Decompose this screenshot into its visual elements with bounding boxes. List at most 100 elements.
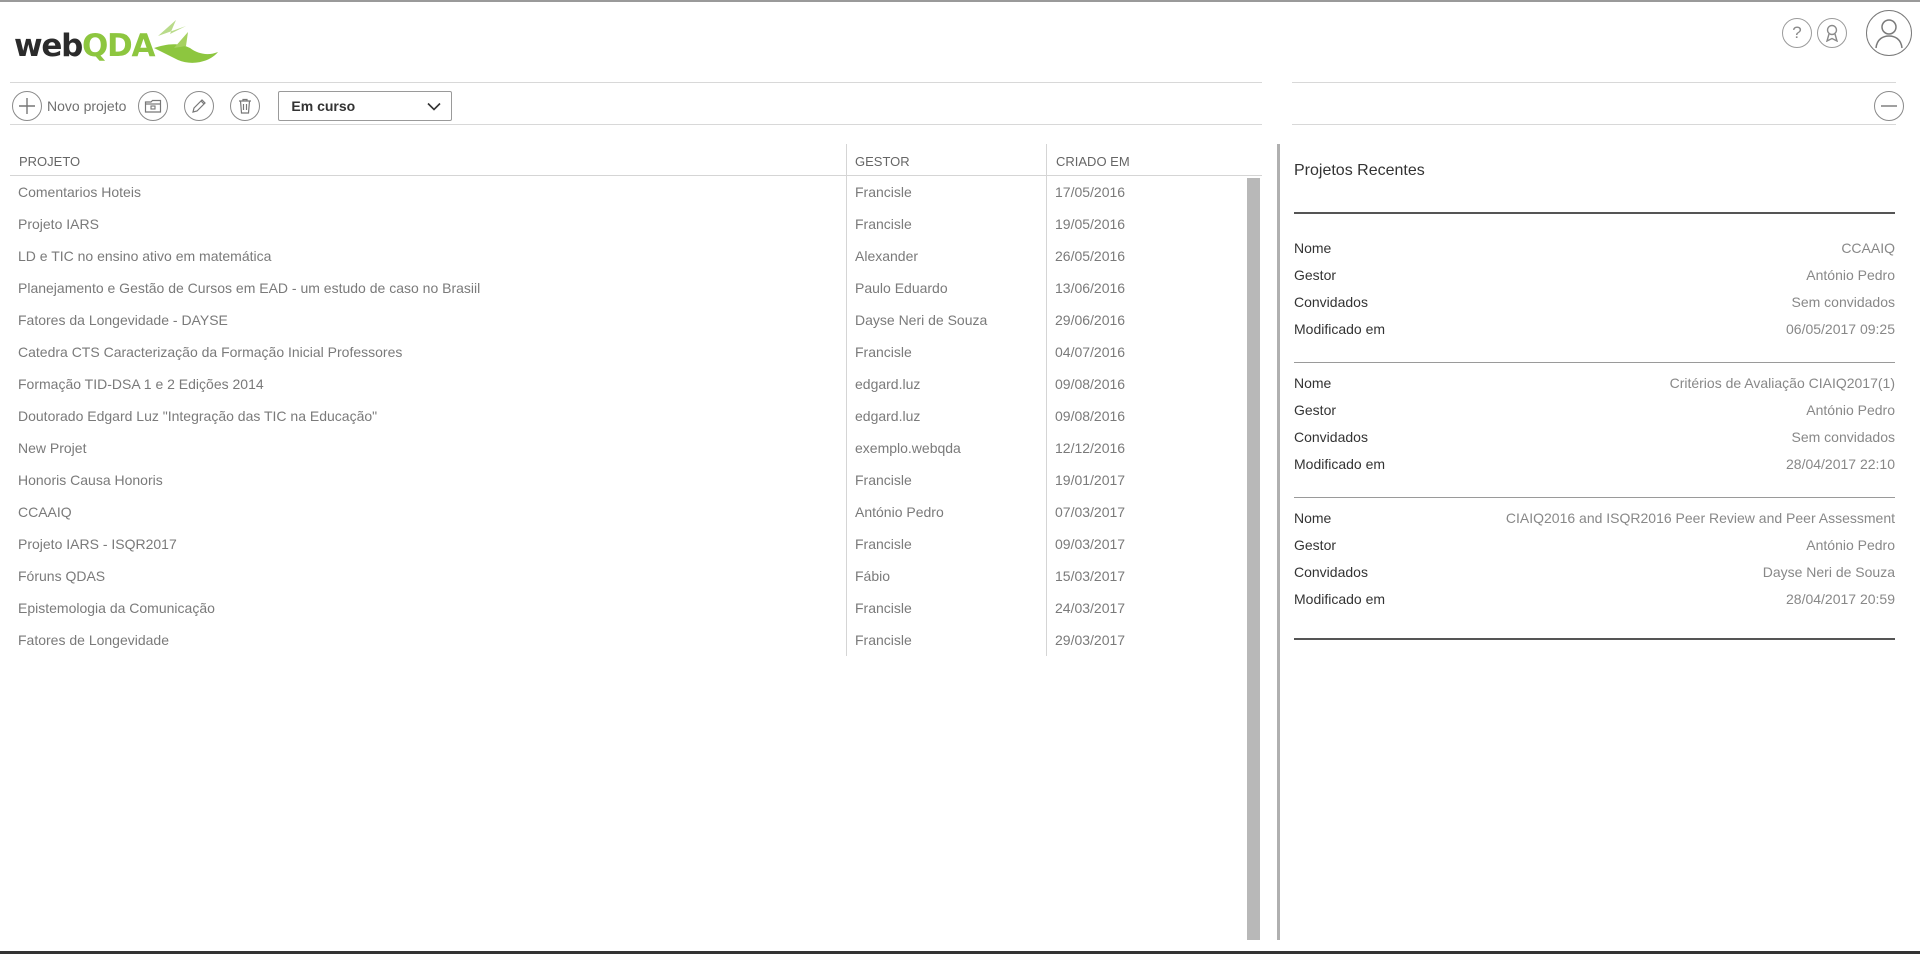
- cell-manager: Francisle: [846, 624, 1046, 656]
- recent-field-manager: Gestor António Pedro: [1294, 402, 1895, 429]
- user-avatar-icon[interactable]: [1866, 10, 1912, 56]
- recent-field-guests: Convidados Sem convidados: [1294, 294, 1895, 321]
- recent-divider: [1294, 212, 1895, 214]
- recent-project-card[interactable]: Nome CCAAIQ Gestor António Pedro Convidados S…: [1294, 240, 1895, 363]
- table-row[interactable]: Formação TID-DSA 1 e 2 Edições 2014 edgar…: [10, 368, 1262, 400]
- recent-field-guests: Convidados Dayse Neri de Souza: [1294, 564, 1895, 591]
- table-row[interactable]: Fatores da Longevidade - DAYSE Dayse Neri…: [10, 304, 1262, 336]
- cell-created: 07/03/2017: [1046, 496, 1246, 528]
- cell-manager: Dayse Neri de Souza: [846, 304, 1046, 336]
- field-label: Modificado em: [1294, 456, 1386, 472]
- table-row[interactable]: Doutorado Edgard Luz "Integração das TIC…: [10, 400, 1262, 432]
- column-header-manager[interactable]: GESTOR: [846, 144, 1046, 175]
- table-row[interactable]: LD e TIC no ensino ativo em matemática Al…: [10, 240, 1262, 272]
- collapse-panel-button[interactable]: [1874, 91, 1904, 121]
- folder-icon: [145, 99, 162, 113]
- cell-created: 19/05/2016: [1046, 208, 1246, 240]
- cell-created: 24/03/2017: [1046, 592, 1246, 624]
- logo-web: web: [14, 28, 83, 64]
- table-row[interactable]: Projeto IARS Francisle 19/05/2016: [10, 208, 1262, 240]
- user-glyph: [1875, 19, 1903, 49]
- trash-icon: [239, 98, 252, 114]
- project-toolbar: Novo projeto Em curso: [12, 90, 453, 122]
- cell-created: 09/08/2016: [1046, 368, 1246, 400]
- projects-table: PROJETO GESTOR CRIADO EM Comentarios Hot…: [10, 144, 1262, 656]
- table-row[interactable]: Catedra CTS Caracterização da Formação I…: [10, 336, 1262, 368]
- recent-field-modified: Modificado em 28/04/2017 22:10: [1294, 456, 1895, 483]
- field-label: Gestor: [1294, 267, 1337, 283]
- webqda-logo[interactable]: webQDA: [14, 18, 218, 72]
- cell-manager: exemplo.webqda: [846, 432, 1046, 464]
- new-project-button[interactable]: Novo projeto: [12, 91, 126, 121]
- table-row[interactable]: New Projet exemplo.webqda 12/12/2016: [10, 432, 1262, 464]
- cell-created: 13/06/2016: [1046, 272, 1246, 304]
- table-row[interactable]: Fatores de Longevidade Francisle 29/03/201…: [10, 624, 1262, 656]
- field-label: Convidados: [1294, 429, 1368, 445]
- question-icon[interactable]: ?: [1782, 18, 1812, 48]
- leaf-icon: [154, 20, 218, 63]
- column-header-created[interactable]: CRIADO EM: [1046, 144, 1246, 175]
- cell-project: Projeto IARS - ISQR2017: [18, 536, 177, 552]
- field-label: Gestor: [1294, 402, 1337, 418]
- table-row[interactable]: Projeto IARS - ISQR2017 Francisle 09/03/20…: [10, 528, 1262, 560]
- field-label: Nome: [1294, 375, 1332, 391]
- cell-manager: Paulo Eduardo: [846, 272, 1046, 304]
- status-filter-value: Em curso: [291, 98, 356, 114]
- cell-created: 29/06/2016: [1046, 304, 1246, 336]
- cell-manager: Francisle: [846, 592, 1046, 624]
- cell-created: 09/08/2016: [1046, 400, 1246, 432]
- cell-manager: Fábio: [846, 560, 1046, 592]
- recent-field-guests: Convidados Sem convidados: [1294, 429, 1895, 456]
- chevron-down-icon: [427, 102, 441, 111]
- cell-created: 17/05/2016: [1046, 176, 1246, 208]
- cell-project: Planejamento e Gestão de Cursos em EAD -…: [18, 280, 481, 296]
- recent-projects-title: Projetos Recentes: [1294, 162, 1425, 179]
- field-value: António Pedro: [1806, 402, 1895, 418]
- cell-manager: edgard.luz: [846, 368, 1046, 400]
- cell-manager: Francisle: [846, 336, 1046, 368]
- recent-field-name: Nome CCAAIQ: [1294, 240, 1895, 267]
- award-icon[interactable]: [1817, 18, 1847, 48]
- panel-top-divider: [1292, 82, 1896, 83]
- pencil-icon: [192, 99, 207, 113]
- edit-button[interactable]: [184, 91, 215, 121]
- recent-project-card[interactable]: Nome Critérios de Avaliação CIAIQ2017(1) G…: [1294, 375, 1895, 498]
- recent-field-modified: Modificado em 28/04/2017 20:59: [1294, 591, 1895, 618]
- recent-field-modified: Modificado em 06/05/2017 09:25: [1294, 321, 1895, 348]
- field-value: Sem convidados: [1791, 429, 1895, 445]
- status-filter-select[interactable]: Em curso: [278, 91, 453, 121]
- recent-field-name: Nome Critérios de Avaliação CIAIQ2017(1): [1294, 375, 1895, 402]
- open-folder-button[interactable]: [138, 91, 169, 121]
- panel-splitter[interactable]: [1277, 144, 1280, 940]
- field-label: Convidados: [1294, 294, 1368, 310]
- field-label: Gestor: [1294, 537, 1337, 553]
- new-project-label: Novo projeto: [47, 98, 127, 114]
- minus-icon: [1881, 105, 1897, 107]
- cell-project: Projeto IARS: [18, 216, 99, 232]
- table-row[interactable]: Fóruns QDAS Fábio 15/03/2017: [10, 560, 1262, 592]
- field-value: Dayse Neri de Souza: [1762, 564, 1895, 580]
- table-row[interactable]: Honoris Causa Honoris Francisle 19/01/2017: [10, 464, 1262, 496]
- field-value: CCAAIQ: [1841, 240, 1895, 256]
- cell-manager: António Pedro: [846, 496, 1046, 528]
- column-header-project[interactable]: PROJETO: [10, 144, 846, 175]
- cell-project: Comentarios Hoteis: [18, 184, 141, 200]
- cell-project: Honoris Causa Honoris: [18, 472, 163, 488]
- cell-project: Epistemologia da Comunicação: [18, 600, 215, 616]
- delete-button[interactable]: [230, 91, 261, 121]
- table-header: PROJETO GESTOR CRIADO EM: [10, 144, 1262, 176]
- table-row[interactable]: Comentarios Hoteis Francisle 17/05/2016: [10, 176, 1262, 208]
- table-row[interactable]: Planejamento e Gestão de Cursos em EAD -…: [10, 272, 1262, 304]
- table-row[interactable]: CCAAIQ António Pedro 07/03/2017: [10, 496, 1262, 528]
- cell-project: CCAAIQ: [18, 504, 72, 520]
- cell-manager: Francisle: [846, 176, 1046, 208]
- logo-wordmark: webQDA: [14, 28, 155, 64]
- field-value: António Pedro: [1806, 267, 1895, 283]
- table-scrollbar[interactable]: [1247, 178, 1260, 940]
- cell-created: 15/03/2017: [1046, 560, 1246, 592]
- field-label: Convidados: [1294, 564, 1368, 580]
- cell-created: 26/05/2016: [1046, 240, 1246, 272]
- cell-created: 19/01/2017: [1046, 464, 1246, 496]
- recent-project-card[interactable]: Nome CIAIQ2016 and ISQR2016 Peer Review a…: [1294, 510, 1895, 640]
- table-row[interactable]: Epistemologia da Comunicação Francisle 24/…: [10, 592, 1262, 624]
